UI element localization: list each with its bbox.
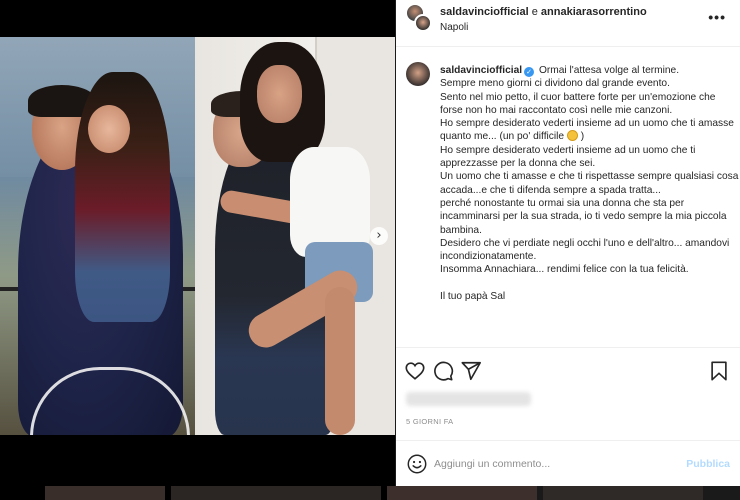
carousel-next-icon[interactable]: ›: [370, 227, 388, 245]
caption-line: forse non ho mai raccontato così nelle m…: [440, 104, 673, 116]
post-timestamp[interactable]: 5 GIORNI FA: [406, 417, 453, 426]
caption-line: Sempre meno giorni ci dividono dal grand…: [440, 78, 670, 90]
post-authors: saldavincіofficial e annakiarasorrentino: [440, 6, 647, 18]
smiley-icon[interactable]: [406, 453, 428, 475]
caption-text: saldavincіofficial ✓ Ormai l'attesa volge…: [440, 64, 739, 303]
action-bar: [396, 347, 740, 392]
caption-line: Insomma Annachiara... rendimi felice con…: [440, 264, 689, 276]
caption-line: Ormai l'attesa volge al termine.: [538, 65, 680, 76]
author-link-1[interactable]: saldavincіofficial: [440, 6, 529, 18]
caption-line: perché nonostante tu ormai sia una donna…: [440, 197, 685, 209]
caption-username[interactable]: saldavincіofficial: [440, 65, 522, 76]
background-thumbnails: [0, 486, 740, 500]
caption-avatar[interactable]: [406, 62, 430, 86]
verified-badge-icon: ✓: [524, 67, 535, 77]
publish-button[interactable]: Pubblica: [686, 458, 730, 470]
comment-bar: Pubblica: [396, 440, 740, 486]
caption-line: Sento nel mio petto, il cuor battere for…: [440, 91, 716, 103]
caption-line: apprezzasse per la donna che sei.: [440, 158, 596, 170]
comment-icon[interactable]: [432, 360, 454, 382]
post-caption: saldavincіofficial ✓ Ormai l'attesa volge…: [396, 48, 740, 346]
bookmark-icon[interactable]: [708, 360, 730, 382]
caption-line: quanto me... (un po' difficile: [440, 131, 565, 143]
photo-right-half: [195, 37, 395, 435]
caption-line: Ho sempre desiderato vederti insieme ad …: [440, 118, 734, 130]
caption-line: Un uomo che ti amasse e che ti rispettas…: [440, 171, 739, 183]
caption-line: Ho sempre desiderato vederti insieme ad …: [440, 144, 696, 156]
caption-line: accada...e che ti difenda sempre a spada…: [440, 184, 661, 196]
avatar[interactable]: [406, 4, 432, 34]
heart-icon[interactable]: [404, 360, 426, 382]
likes-count-blurred: [406, 392, 531, 406]
more-icon[interactable]: •••: [708, 9, 726, 25]
location-link[interactable]: Napoli: [440, 22, 468, 33]
caption-line: ): [580, 131, 585, 143]
author-link-2[interactable]: annakiarasorrentino: [541, 6, 647, 18]
post-header: saldavincіofficial e annakiarasorrentino…: [396, 0, 740, 47]
share-icon[interactable]: [460, 360, 482, 382]
photo-left-half: [0, 37, 195, 435]
media-pane: ›: [0, 0, 395, 500]
caption-line: Desidero che vi perdiate negli occhi l'u…: [440, 237, 730, 249]
comment-input[interactable]: [434, 454, 674, 474]
caption-signature: Il tuo papà Sal: [440, 290, 506, 302]
post-sidebar: saldavincіofficial e annakiarasorrentino…: [396, 0, 740, 486]
smiling-emoji-icon: [566, 130, 578, 142]
authors-joiner: e: [531, 6, 538, 18]
photo-figure-child: [75, 72, 170, 322]
photo-figure-woman: [290, 147, 370, 257]
post-photo[interactable]: [0, 37, 395, 435]
caption-line: bambina.: [440, 224, 482, 236]
caption-line: incondizionatamente.: [440, 251, 537, 263]
caption-line: incamminarsi per la sua strada, io ti ve…: [440, 211, 727, 223]
